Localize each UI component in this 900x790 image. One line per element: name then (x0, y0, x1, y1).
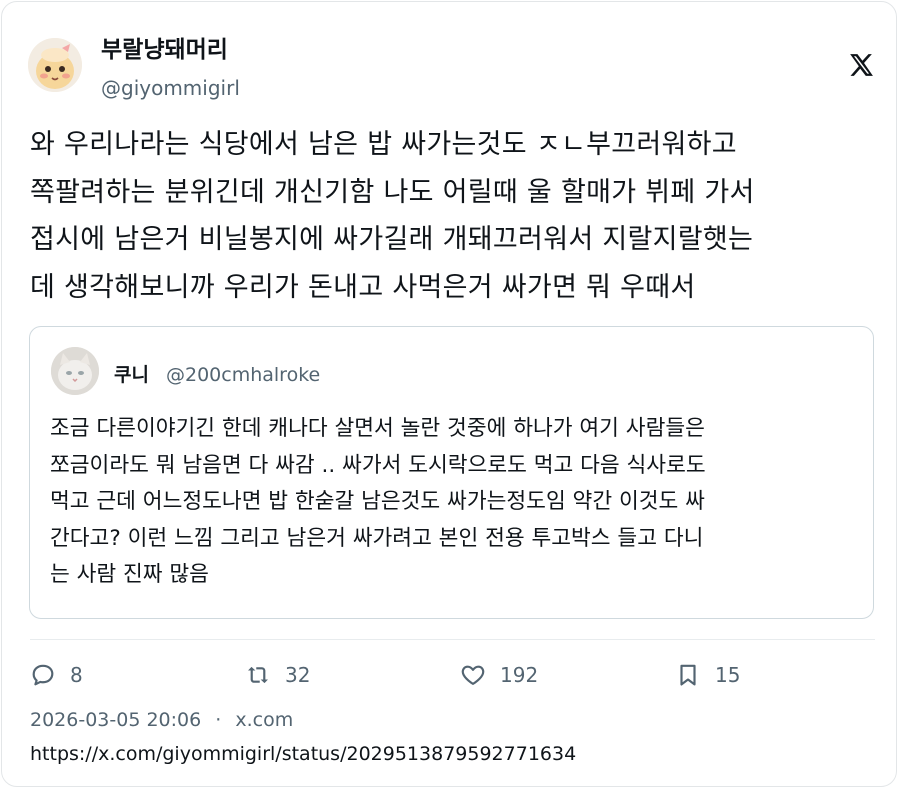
tweet-meta: 2026-03-05 20:06 · x.com (30, 706, 293, 734)
reply-icon (32, 664, 54, 686)
quoted-text-line: 먹고 근데 어느정도나면 밥 한숟갈 남은것도 싸가는정도임 약간 이것도 싸 (50, 489, 705, 514)
tweet-text: 와 우리나라는 식당에서 남은 밥 싸가는것도 ㅈㄴ부끄러워하고 쪽팔려하는 분… (30, 121, 880, 311)
quoted-author-avatar[interactable] (51, 347, 99, 395)
author-avatar[interactable] (28, 38, 82, 92)
reply-button[interactable]: 8 (30, 658, 83, 692)
retweet-button[interactable]: 32 (245, 658, 310, 692)
author-handle[interactable]: @giyommigirl (101, 75, 240, 101)
reply-count: 8 (70, 663, 83, 687)
quoted-text-line: 간다고? 이런 느낌 그리고 남은거 싸가려고 본인 전용 투고박스 들고 다니 (50, 525, 704, 551)
quoted-tweet[interactable]: 쿠니 @200cmhalroke 조금 다른이야기긴 한데 캐나다 살면서 놀란… (29, 326, 874, 619)
source-link[interactable]: x.com (235, 709, 293, 731)
bookmark-icon (680, 664, 696, 686)
meta-separator: · (215, 709, 222, 731)
heart-icon (461, 665, 485, 685)
retweet-icon (248, 666, 268, 684)
quoted-text-line: 는 사람 진짜 많음 (50, 562, 209, 587)
tweet-url[interactable]: https://x.com/giyommigirl/status/2029513… (30, 740, 576, 768)
tweet-text-line: 와 우리나라는 식당에서 남은 밥 싸가는것도 ㅈㄴ부끄러워하고 (30, 129, 737, 160)
tweet-text-line: 데 생각해보니까 우리가 돈내고 사먹은거 싸가면 뭐 우때서 (30, 271, 696, 303)
tweet-text-line: 쪽팔려하는 분위긴데 개신기함 나도 어릴때 울 할매가 뷔페 가서 (30, 176, 755, 208)
divider (30, 639, 875, 640)
bookmark-count: 15 (715, 663, 741, 687)
quoted-text-line: 쪼금이라도 뭐 남음면 다 싸감 .. 싸가서 도시락으로도 먹고 다음 식사로… (50, 452, 706, 478)
bookmark-button[interactable]: 15 (675, 658, 740, 692)
quoted-author-handle[interactable]: @200cmhalroke (166, 363, 320, 387)
tweet-text-line: 접시에 남은거 비닐봉지에 싸가길래 개돼끄러워서 지랄지랄햇는 (30, 224, 754, 255)
quoted-text-line: 조금 다른이야기긴 한데 캐나다 살면서 놀란 것중에 하나가 여기 사람들은 (50, 416, 705, 441)
author-display-name[interactable]: 부랄냥돼머리 (101, 35, 228, 65)
tweet-card: 부랄냥돼머리 @giyommigirl 와 우리나라는 식당에서 남은 밥 싸가… (1, 1, 897, 787)
timestamp[interactable]: 2026-03-05 20:06 (30, 709, 201, 731)
like-count: 192 (500, 663, 539, 687)
quoted-tweet-text: 조금 다른이야기긴 한데 캐나다 살면서 놀란 것중에 하나가 여기 사람들은 … (50, 411, 850, 594)
like-button[interactable]: 192 (460, 658, 538, 692)
quoted-author-display-name[interactable]: 쿠니 (114, 363, 149, 387)
retweet-count: 32 (285, 663, 311, 687)
x-logo-icon[interactable] (848, 52, 874, 78)
